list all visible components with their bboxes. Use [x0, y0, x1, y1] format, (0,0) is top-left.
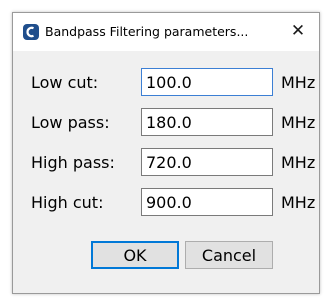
low-pass-input[interactable]	[141, 108, 273, 136]
cancel-button[interactable]: Cancel	[185, 241, 273, 269]
title-bar[interactable]: Bandpass Filtering parameters... ✕	[13, 13, 319, 51]
close-button[interactable]: ✕	[283, 17, 313, 45]
high-pass-row: High pass: MHz	[13, 148, 319, 178]
high-pass-label: High pass:	[31, 153, 115, 172]
app-icon	[23, 24, 39, 40]
low-cut-unit: MHz	[281, 73, 316, 92]
window-title: Bandpass Filtering parameters...	[45, 24, 249, 39]
dialog-window: Bandpass Filtering parameters... ✕ Low c…	[12, 12, 320, 294]
low-pass-row: Low pass: MHz	[13, 108, 319, 138]
ok-button[interactable]: OK	[91, 241, 179, 269]
low-pass-unit: MHz	[281, 113, 316, 132]
low-cut-row: Low cut: MHz	[13, 68, 319, 98]
high-cut-label: High cut:	[31, 193, 104, 212]
low-cut-input[interactable]	[141, 68, 273, 96]
high-pass-input[interactable]	[141, 148, 273, 176]
high-pass-unit: MHz	[281, 153, 316, 172]
close-icon: ✕	[290, 21, 306, 41]
high-cut-unit: MHz	[281, 193, 316, 212]
low-cut-label: Low cut:	[31, 73, 99, 92]
high-cut-row: High cut: MHz	[13, 188, 319, 218]
high-cut-input[interactable]	[141, 188, 273, 216]
low-pass-label: Low pass:	[31, 113, 110, 132]
